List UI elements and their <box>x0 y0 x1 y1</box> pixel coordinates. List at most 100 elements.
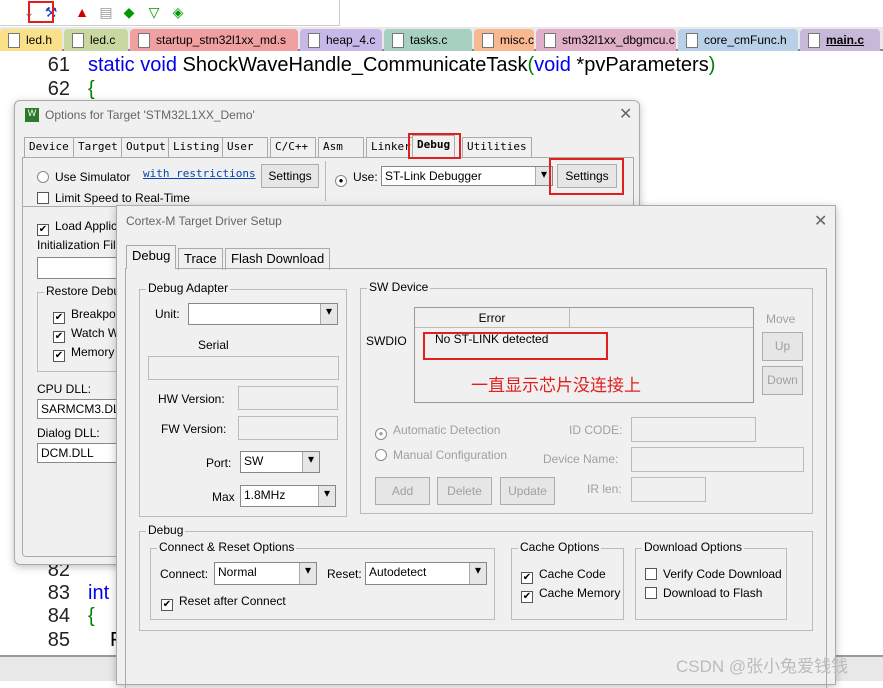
use-simulator-radio[interactable]: Use Simulator <box>37 170 130 184</box>
use-debugger-radio[interactable]: ● Use: <box>335 170 378 187</box>
tab-trace[interactable]: Trace <box>178 248 223 270</box>
unit-label: Unit: <box>155 307 180 321</box>
tab-user[interactable]: User <box>222 137 268 157</box>
with-restrictions-link[interactable]: with restrictions <box>143 167 256 180</box>
file-tab-active[interactable]: main.c <box>800 29 880 51</box>
file-tab[interactable]: startup_stm32l1xx_md.s <box>130 29 298 51</box>
manage-project-icon[interactable]: ▲ <box>73 3 91 21</box>
driver-setup-dialog: Cortex-M Target Driver Setup ✕ Debug Tra… <box>116 205 836 688</box>
down-button[interactable]: Down <box>762 366 803 395</box>
tab-debug[interactable]: Debug <box>126 245 177 269</box>
line-number: 62 <box>47 78 70 100</box>
fw-version-label: FW Version: <box>161 422 227 436</box>
tab-flash-download[interactable]: Flash Download <box>225 248 331 270</box>
code-line: { <box>88 605 95 627</box>
close-icon[interactable]: ✕ <box>814 211 827 231</box>
highlight-box <box>549 158 624 195</box>
cache-memory-checkbox[interactable]: ✔ Cache Memory <box>521 586 620 603</box>
tab-device[interactable]: Device <box>24 137 74 157</box>
max-label: Max <box>212 490 235 504</box>
file-tab[interactable]: misc.c <box>474 29 534 51</box>
cpu-dll-input[interactable]: SARMCM3.DLL <box>37 399 127 419</box>
cpu-dll-label: CPU DLL: <box>37 382 92 396</box>
device-name-field <box>631 447 804 472</box>
limit-speed-checkbox[interactable]: Limit Speed to Real-Time <box>37 191 190 205</box>
device-name-label: Device Name: <box>543 452 619 466</box>
pack-installer-icon[interactable]: ◈ <box>169 3 187 21</box>
max-clock-select[interactable]: 1.8MHz <box>240 485 336 507</box>
delete-button[interactable]: Delete <box>437 477 492 505</box>
tab-output[interactable]: Output <box>121 137 171 157</box>
manual-configuration-radio[interactable]: Manual Configuration <box>375 448 507 462</box>
port-label: Port: <box>206 456 232 470</box>
sw-device-group: SW Device SWDIO Error No ST-LINK detecte… <box>360 280 813 514</box>
swdio-label: SWDIO <box>366 334 407 348</box>
select-packs-icon[interactable]: ◆ <box>120 3 138 21</box>
line-number: 83 <box>47 582 70 604</box>
download-options-label: Download Options <box>642 540 745 554</box>
restore-group: Restore Debug ✔ Breakpoir ✔ Watch W ✔ Memor… <box>37 284 129 372</box>
annotation-text: 一直显示芯片没连接上 <box>471 376 641 395</box>
load-application-checkbox[interactable]: ✔ Load Applica <box>37 219 124 236</box>
highlight-box <box>28 1 54 23</box>
connect-reset-group: Connect & Reset Options Connect: Normal … <box>150 540 495 620</box>
file-tabs: led.h led.c startup_stm32l1xx_md.s heap_… <box>0 27 883 51</box>
reset-select[interactable]: Autodetect <box>365 562 487 585</box>
debug-group: Debug Connect & Reset Options Connect: N… <box>139 523 813 631</box>
unit-select[interactable] <box>188 303 338 325</box>
init-file-label: Initialization File: <box>37 238 126 252</box>
port-select[interactable]: SW <box>240 451 320 473</box>
column-header-error[interactable]: Error <box>415 308 570 328</box>
file-tab[interactable]: core_cmFunc.h <box>678 29 798 51</box>
batch-setup-icon[interactable]: ▤ <box>97 3 115 21</box>
file-tab[interactable]: stm32l1xx_dbgmcu.c <box>536 29 676 51</box>
divider <box>325 161 326 201</box>
watch-checkbox[interactable]: ✔ Watch W <box>53 326 119 343</box>
file-tab[interactable]: led.c <box>64 29 128 51</box>
file-tab[interactable]: tasks.c <box>384 29 472 51</box>
dialog-dll-label: Dialog DLL: <box>37 426 100 440</box>
serial-label: Serial <box>198 338 229 352</box>
debugger-select[interactable]: ST-Link Debugger <box>381 166 553 186</box>
close-icon[interactable]: ✕ <box>619 104 632 124</box>
automatic-detection-radio[interactable]: ● Automatic Detection <box>375 423 500 440</box>
file-tab[interactable]: led.h <box>0 29 62 51</box>
breakpoints-checkbox[interactable]: ✔ Breakpoir <box>53 307 122 324</box>
dialog-title: Options for Target 'STM32L1XX_Demo' <box>45 108 255 122</box>
hw-version-label: HW Version: <box>158 392 225 406</box>
id-code-field <box>631 417 756 442</box>
connect-label: Connect: <box>160 567 209 581</box>
update-button[interactable]: Update <box>500 477 555 505</box>
highlight-box <box>408 133 461 159</box>
tab-listing[interactable]: Listing <box>168 137 225 157</box>
highlight-box <box>423 332 608 360</box>
tab-target[interactable]: Target <box>73 137 123 157</box>
fw-version-field <box>238 416 338 440</box>
ir-len-label: IR len: <box>587 482 622 496</box>
hw-version-field <box>238 386 338 410</box>
up-button[interactable]: Up <box>762 332 803 361</box>
simulator-settings-button[interactable]: Settings <box>261 164 319 188</box>
cache-options-group: Cache Options ✔ Cache Code ✔ Cache Memory <box>511 540 624 620</box>
manage-runtime-icon[interactable]: ▽ <box>145 3 163 21</box>
move-label: Move <box>766 312 796 326</box>
cache-code-checkbox[interactable]: ✔ Cache Code <box>521 567 606 584</box>
verify-code-download-checkbox[interactable]: Verify Code Download <box>645 567 782 581</box>
download-to-flash-checkbox[interactable]: Download to Flash <box>645 586 762 600</box>
tab-utilities[interactable]: Utilities <box>462 137 532 157</box>
code-line: static void ShockWaveHandle_CommunicateT… <box>88 54 716 76</box>
download-options-group: Download Options Verify Code Download Do… <box>635 540 787 620</box>
add-button[interactable]: Add <box>375 477 430 505</box>
connect-select[interactable]: Normal <box>214 562 317 585</box>
file-tab[interactable]: heap_4.c <box>300 29 382 51</box>
line-number: 85 <box>47 629 70 651</box>
tab-asm[interactable]: Asm <box>318 137 364 157</box>
reset-after-connect-checkbox[interactable]: ✔ Reset after Connect <box>161 594 286 611</box>
code-line: { <box>88 78 95 100</box>
init-file-input[interactable] <box>37 257 127 279</box>
tab-cc[interactable]: C/C++ <box>270 137 316 157</box>
reset-label: Reset: <box>327 567 362 581</box>
dialog-dll-input[interactable]: DCM.DLL <box>37 443 127 463</box>
watermark: CSDN @张小兔爱钱钱 <box>676 657 849 676</box>
column-header <box>570 308 753 328</box>
